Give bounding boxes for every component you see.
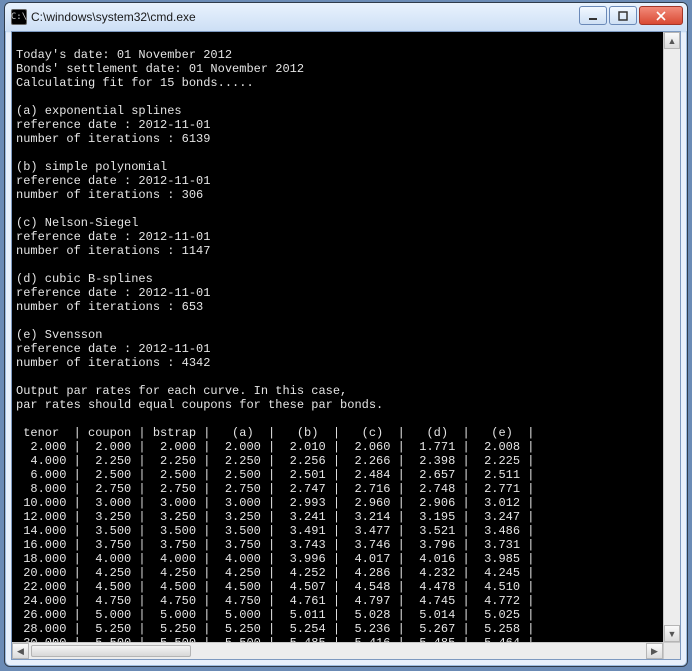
close-icon (656, 11, 666, 21)
maximize-button[interactable] (609, 6, 637, 25)
cmd-icon: C:\ (11, 9, 27, 25)
minimize-icon (588, 11, 598, 21)
console-output: Today's date: 01 November 2012 Bonds' se… (12, 32, 663, 642)
horizontal-scroll-thumb[interactable] (31, 645, 191, 657)
window-title: C:\windows\system32\cmd.exe (31, 10, 579, 24)
scroll-down-button[interactable]: ▼ (664, 625, 680, 642)
cmd-window: C:\ C:\windows\system32\cmd.exe Today's … (4, 2, 688, 667)
scroll-corner (663, 642, 680, 659)
vertical-scrollbar[interactable]: ▲ ▼ (663, 32, 680, 642)
cmd-icon-label: C:\ (11, 13, 27, 22)
close-button[interactable] (639, 6, 683, 25)
maximize-icon (618, 11, 628, 21)
scroll-right-button[interactable]: ▶ (646, 643, 663, 659)
vertical-scroll-track[interactable] (664, 49, 680, 625)
hscroll-row: ◀ ▶ (12, 642, 680, 659)
client-area: Today's date: 01 November 2012 Bonds' se… (11, 31, 681, 660)
scroll-up-button[interactable]: ▲ (664, 32, 680, 49)
minimize-button[interactable] (579, 6, 607, 25)
horizontal-scrollbar[interactable]: ◀ ▶ (12, 642, 663, 659)
console-wrap: Today's date: 01 November 2012 Bonds' se… (12, 32, 680, 642)
scroll-left-button[interactable]: ◀ (12, 643, 29, 659)
window-buttons (579, 6, 683, 25)
horizontal-scroll-track[interactable] (29, 643, 646, 659)
titlebar[interactable]: C:\ C:\windows\system32\cmd.exe (5, 3, 687, 31)
